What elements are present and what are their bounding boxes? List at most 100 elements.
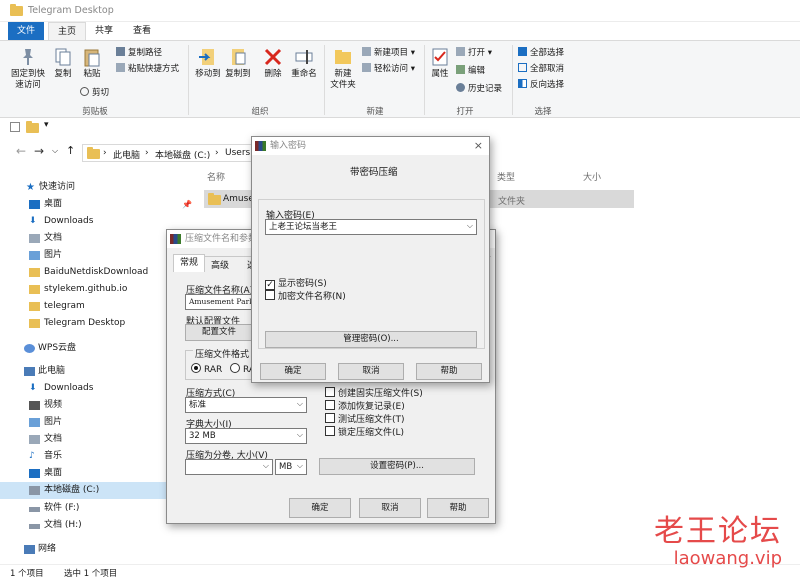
group-label-clipboard: 剪贴板 <box>82 107 108 117</box>
dict-select[interactable]: 32 MB <box>185 428 307 444</box>
picture-icon <box>29 251 40 260</box>
breadcrumb-drive-c[interactable]: 本地磁盘 (C:) <box>155 148 210 161</box>
easy-access-button[interactable]: 轻松访问 ▾ <box>362 63 415 75</box>
group-label-open: 打开 <box>456 107 474 117</box>
copy-button[interactable]: 复制 <box>50 47 76 80</box>
edit-button[interactable]: 编辑 <box>456 65 485 77</box>
manage-passwords-button[interactable]: 管理密码(O)... <box>265 331 477 348</box>
option-solid[interactable]: 创建固实压缩文件(S) <box>325 386 423 399</box>
delete-button[interactable]: 删除 <box>260 47 286 80</box>
radio-off-icon <box>230 363 240 373</box>
up-icon[interactable]: ↑ <box>66 144 75 157</box>
split-size-input[interactable] <box>185 459 273 475</box>
pin-quick-access-button[interactable]: 固定到快 速访问 <box>8 47 48 91</box>
show-password-checkbox[interactable]: ✓ 显示密码(S) <box>265 276 327 290</box>
nav-quick-access[interactable]: ★ 快速访问 <box>0 179 195 196</box>
paste-button[interactable]: 粘贴 <box>78 47 106 80</box>
copy-to-button[interactable]: 复制到 <box>224 47 252 80</box>
move-to-button[interactable]: 移动到 <box>194 47 222 80</box>
forward-icon[interactable]: → <box>34 144 44 158</box>
tab-file[interactable]: 文件 <box>8 22 45 40</box>
properties-button[interactable]: 属性 <box>428 47 452 80</box>
archive-cancel-button[interactable]: 取消 <box>359 498 421 518</box>
history-button[interactable]: 历史记录 <box>456 83 502 95</box>
checkbox-icon <box>325 400 335 410</box>
option-test[interactable]: 测试压缩文件(T) <box>325 412 405 425</box>
select-all-button[interactable]: 全部选择 <box>518 47 564 59</box>
password-help-button[interactable]: 帮助 <box>416 363 482 380</box>
split-unit-select[interactable]: MB <box>275 459 307 475</box>
archive-help-button[interactable]: 帮助 <box>427 498 489 518</box>
ribbon-divider <box>424 45 425 115</box>
edit-icon <box>456 65 465 74</box>
tab-advanced[interactable]: 高级 <box>211 258 229 271</box>
rename-button[interactable]: 重命名 <box>288 47 320 80</box>
archive-name-input[interactable]: Amusement Park <box>185 294 253 310</box>
set-password-button[interactable]: 设置密码(P)... <box>319 458 475 475</box>
format-rar-radio[interactable]: RAR <box>191 363 222 375</box>
nav-downloads[interactable]: ⬇ Downloads <box>0 213 195 230</box>
archive-ok-button[interactable]: 确定 <box>289 498 351 518</box>
customize-qat-icon[interactable]: ▾ <box>44 120 49 130</box>
paste-shortcut-icon <box>116 63 125 72</box>
format-rar4-radio[interactable]: RAR <box>230 363 253 375</box>
pin-icon <box>18 47 38 67</box>
method-select[interactable]: 标准 <box>185 397 307 413</box>
password-ok-button[interactable]: 确定 <box>260 363 326 380</box>
back-icon[interactable]: ← <box>16 144 26 158</box>
nav-desktop[interactable]: 桌面 <box>0 196 195 213</box>
delete-icon <box>263 47 283 67</box>
new-folder-button[interactable]: 新建 文件夹 <box>328 47 358 91</box>
encrypt-names-checkbox[interactable]: 加密文件名称(N) <box>265 289 346 302</box>
watermark: 老王论坛 laowang.vip <box>654 514 782 569</box>
copy-icon <box>53 47 73 67</box>
folder-icon <box>87 147 100 159</box>
easy-access-icon <box>362 63 371 72</box>
breadcrumb-this-pc[interactable]: 此电脑 <box>113 148 140 161</box>
properties-qat-icon[interactable] <box>10 122 20 132</box>
computer-icon <box>24 367 35 376</box>
copy-path-button[interactable]: 复制路径 <box>116 47 162 59</box>
column-size[interactable]: 大小 <box>583 170 601 183</box>
option-recovery[interactable]: 添加恢复记录(E) <box>325 399 405 412</box>
ribbon-divider <box>324 45 325 115</box>
column-name[interactable]: 名称 <box>207 170 225 183</box>
pin-icon: 📌 <box>182 200 192 209</box>
password-cancel-button[interactable]: 取消 <box>338 363 404 380</box>
folder-icon <box>29 268 40 277</box>
tab-general[interactable]: 常规 <box>173 254 205 272</box>
folder-icon[interactable] <box>26 121 39 133</box>
checkbox-icon <box>325 426 335 436</box>
select-none-button[interactable]: 全部取消 <box>518 63 564 75</box>
history-icon <box>456 83 465 92</box>
column-type[interactable]: 类型 <box>497 170 515 183</box>
window-title: Telegram Desktop <box>28 5 114 16</box>
close-icon[interactable]: × <box>474 137 483 155</box>
download-icon: ⬇ <box>29 216 37 226</box>
paste-shortcut-button[interactable]: 粘贴快捷方式 <box>116 63 179 75</box>
desktop-icon <box>29 200 40 209</box>
document-icon <box>29 234 40 243</box>
checkbox-icon <box>325 413 335 423</box>
group-label-select: 选择 <box>534 107 552 117</box>
open-icon <box>456 47 465 56</box>
option-lock[interactable]: 锁定压缩文件(L) <box>325 425 404 438</box>
nav-network[interactable]: 网络 <box>0 541 195 558</box>
new-item-button[interactable]: 新建项目 ▾ <box>362 47 415 59</box>
address-bar[interactable]: › 此电脑 › 本地磁盘 (C:) › Users <box>82 144 272 162</box>
password-input[interactable]: 上老王论坛当老王 <box>265 219 477 235</box>
invert-selection-button[interactable]: 反向选择 <box>518 79 564 91</box>
ribbon-tabs: 文件 主页 共享 查看 <box>0 22 800 40</box>
open-button[interactable]: 打开 ▾ <box>456 47 492 59</box>
tab-home[interactable]: 主页 <box>48 22 87 40</box>
profile-button[interactable]: 配置文件 <box>185 324 253 341</box>
music-icon: ♪ <box>29 451 35 461</box>
format-label: 压缩文件格式 <box>193 347 252 360</box>
recent-locations-icon[interactable]: ⌵ <box>52 146 58 156</box>
tab-share[interactable]: 共享 <box>86 22 122 40</box>
cut-button[interactable]: 剪切 <box>80 87 109 99</box>
winrar-icon <box>255 141 266 151</box>
download-icon: ⬇ <box>29 383 37 393</box>
tab-view[interactable]: 查看 <box>124 22 160 40</box>
breadcrumb-users[interactable]: Users <box>225 148 250 158</box>
